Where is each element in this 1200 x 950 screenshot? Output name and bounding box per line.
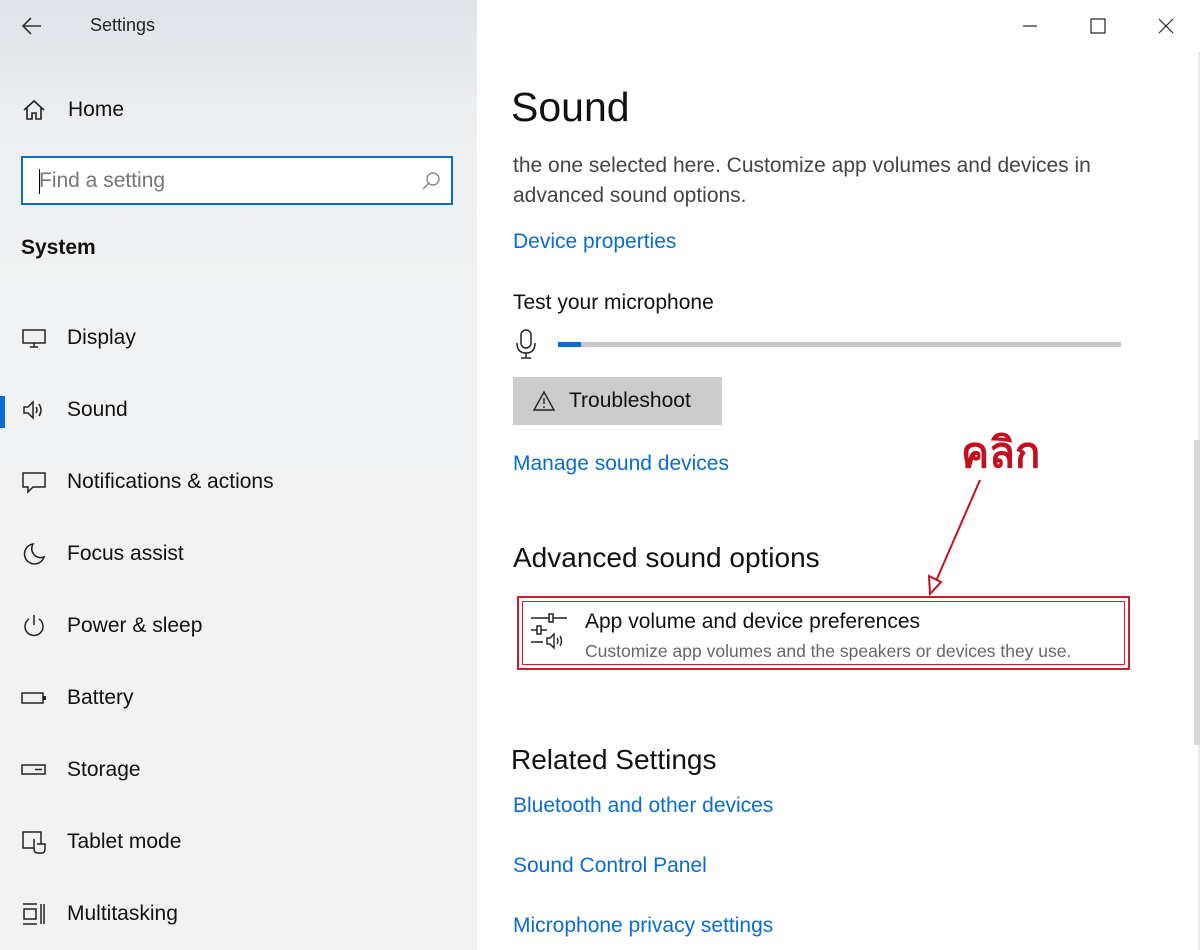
sidebar-item-label: Notifications & actions xyxy=(67,470,274,493)
maximize-icon xyxy=(1090,18,1106,34)
storage-icon xyxy=(20,756,48,784)
troubleshoot-button[interactable]: Troubleshoot xyxy=(513,377,722,425)
home-icon xyxy=(20,96,48,124)
speaker-icon xyxy=(20,396,48,424)
sidebar-item-label: Multitasking xyxy=(67,902,178,925)
sidebar-item-tablet-mode[interactable]: Tablet mode xyxy=(0,806,477,878)
related-settings-title: Related Settings xyxy=(511,744,717,775)
mic-test-row xyxy=(513,326,1123,362)
device-properties-link[interactable]: Device properties xyxy=(513,230,676,254)
moon-icon xyxy=(20,540,48,568)
notification-icon xyxy=(20,468,48,496)
sidebar-item-label: Storage xyxy=(67,758,141,781)
sidebar-item-storage[interactable]: Storage xyxy=(0,734,477,806)
minimize-button[interactable] xyxy=(996,0,1064,52)
search-icon[interactable] xyxy=(411,171,451,191)
sidebar-item-focus-assist[interactable]: Focus assist xyxy=(0,518,477,590)
mic-level-fill xyxy=(558,341,581,347)
titlebar-left: Settings xyxy=(0,0,477,52)
bluetooth-devices-link[interactable]: Bluetooth and other devices xyxy=(513,794,773,818)
power-icon xyxy=(20,612,48,640)
sidebar-item-sound[interactable]: Sound xyxy=(0,374,477,446)
nav-home-label: Home xyxy=(68,98,125,121)
main-content: Sound the one selected here. Customize a… xyxy=(477,0,1200,950)
sidebar-item-label: Battery xyxy=(67,686,134,709)
maximize-button[interactable] xyxy=(1064,0,1132,52)
microphone-privacy-link[interactable]: Microphone privacy settings xyxy=(513,914,773,938)
page-title: Sound xyxy=(511,84,630,130)
app-pref-subtitle: Customize app volumes and the speakers o… xyxy=(585,641,1072,661)
troubleshoot-label: Troubleshoot xyxy=(569,389,691,412)
sidebar-item-notifications[interactable]: Notifications & actions xyxy=(0,446,477,518)
display-icon xyxy=(20,324,48,352)
close-icon xyxy=(1158,18,1174,34)
tablet-icon xyxy=(20,828,48,856)
multitasking-icon xyxy=(20,900,48,928)
close-button[interactable] xyxy=(1132,0,1200,52)
sidebar-item-label: Focus assist xyxy=(67,542,184,565)
app-volume-preferences-item[interactable]: App volume and device preferences Custom… xyxy=(517,596,1130,670)
app-pref-title: App volume and device preferences xyxy=(585,610,921,633)
search-input[interactable] xyxy=(23,158,411,203)
battery-icon xyxy=(20,684,48,712)
sidebar-item-label: Power & sleep xyxy=(67,614,203,637)
sidebar-item-multitasking[interactable]: Multitasking xyxy=(0,878,477,950)
section-label-system: System xyxy=(21,236,96,259)
mic-test-title: Test your microphone xyxy=(513,291,714,314)
sliders-speaker-icon xyxy=(529,612,569,655)
sidebar-item-power-sleep[interactable]: Power & sleep xyxy=(0,590,477,662)
sidebar-item-display[interactable]: Display xyxy=(0,302,477,374)
mic-level-meter xyxy=(558,341,1121,347)
back-arrow-icon xyxy=(21,17,41,35)
scrollbar-thumb[interactable] xyxy=(1194,440,1200,745)
sound-control-panel-link[interactable]: Sound Control Panel xyxy=(513,854,707,878)
annotation-arrow xyxy=(927,479,981,597)
nav-list: Display Sound Notifications & actions Fo… xyxy=(0,302,477,950)
advanced-sound-options-title: Advanced sound options xyxy=(513,542,820,573)
microphone-icon xyxy=(513,328,553,360)
description-text: the one selected here. Customize app vol… xyxy=(513,154,1091,207)
window-controls xyxy=(996,0,1200,52)
text-caret xyxy=(39,169,40,194)
back-button[interactable] xyxy=(14,8,50,44)
search-box[interactable] xyxy=(21,156,453,205)
sidebar-item-label: Tablet mode xyxy=(67,830,182,853)
sidebar-item-battery[interactable]: Battery xyxy=(0,662,477,734)
clipped-text xyxy=(513,126,1153,144)
manage-sound-devices-link[interactable]: Manage sound devices xyxy=(513,452,729,476)
sidebar: Settings Home System Display Sound xyxy=(0,0,477,950)
warning-icon xyxy=(533,391,555,411)
nav-home[interactable]: Home xyxy=(20,90,460,130)
minimize-icon xyxy=(1023,25,1037,27)
sidebar-item-label: Sound xyxy=(67,398,128,421)
app-title: Settings xyxy=(90,15,156,35)
sidebar-item-label: Display xyxy=(67,326,136,349)
